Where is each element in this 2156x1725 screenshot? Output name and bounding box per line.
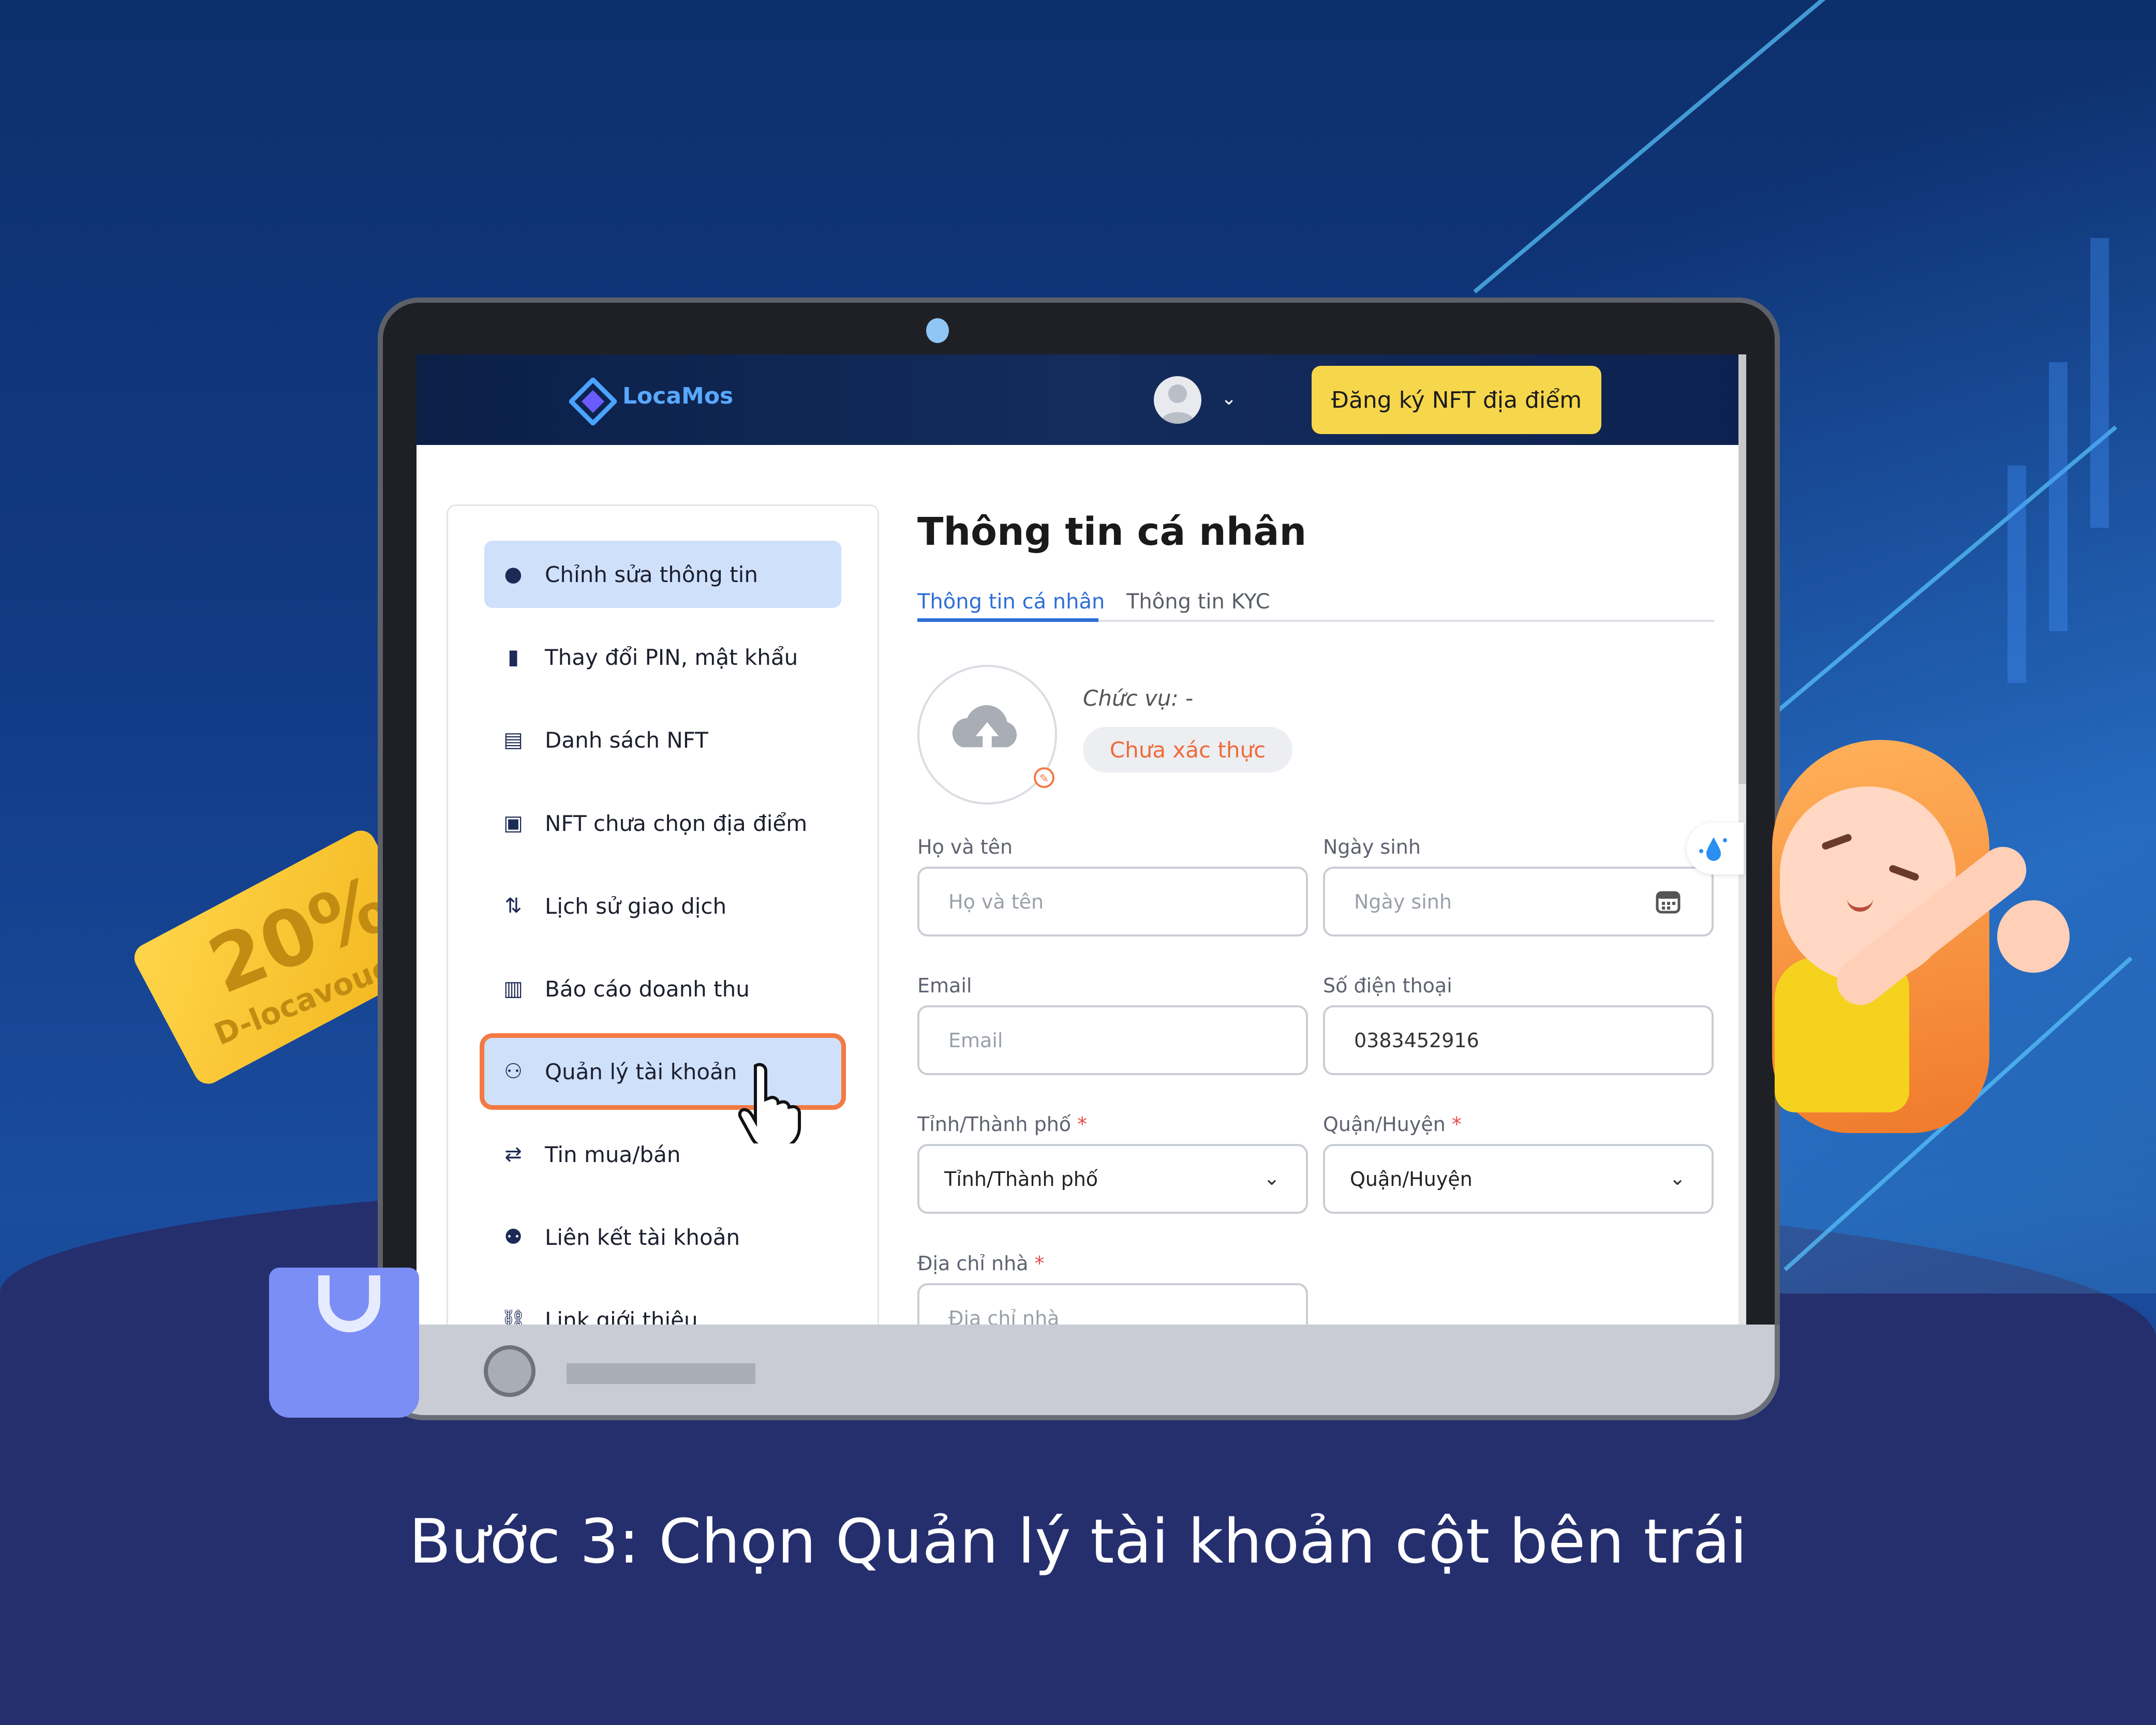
avatar-person-icon xyxy=(1160,384,1195,424)
sidebar-item-revenue-report[interactable]: ▥ Báo cáo doanh thu xyxy=(484,955,841,1022)
sidebar-item-label: Link giới thiệu xyxy=(545,1307,698,1325)
province-label-text: Tỉnh/Thành phố xyxy=(917,1113,1072,1136)
required-mark: * xyxy=(1077,1113,1088,1136)
phone-label: Số điện thoại xyxy=(1323,974,1452,997)
gift-icon: ▣ xyxy=(503,811,523,835)
sidebar-item-transaction-history[interactable]: ⇅ Lịch sử giao dịch xyxy=(484,872,841,940)
sidebar-item-label: Chỉnh sửa thông tin xyxy=(545,561,758,587)
district-label: Quận/Huyện * xyxy=(1323,1113,1462,1136)
district-select[interactable]: Quận/Huyện ⌄ xyxy=(1323,1144,1714,1214)
droplet-icon xyxy=(1699,837,1727,861)
support-chat-button[interactable] xyxy=(1687,823,1744,874)
required-mark: * xyxy=(1034,1252,1045,1275)
transfer-icon: ⇅ xyxy=(504,894,522,918)
background-bar xyxy=(2049,362,2068,631)
link-icon: ⛓ xyxy=(500,1308,527,1325)
district-selected-value: Quận/Huyện xyxy=(1350,1167,1473,1191)
sidebar-item-label: Thay đổi PIN, mật khẩu xyxy=(545,644,798,670)
sidebar-item-label: Danh sách NFT xyxy=(545,727,708,753)
swap-icon: ⇄ xyxy=(504,1142,522,1166)
sidebar-item-link-account[interactable]: ⚉ Liên kết tài khoản xyxy=(484,1203,841,1271)
scrollbar-thumb[interactable] xyxy=(1738,354,1746,784)
birthday-placeholder: Ngày sinh xyxy=(1354,890,1452,913)
email-field[interactable]: Email xyxy=(917,1005,1308,1075)
name-label: Họ và tên xyxy=(917,836,1013,858)
sidebar-item-referral-link[interactable]: ⛓ Link giới thiệu xyxy=(484,1286,841,1325)
birthday-label: Ngày sinh xyxy=(1323,836,1421,858)
sidebar-item-label: NFT chưa chọn địa điểm xyxy=(545,810,808,836)
address-label-text: Địa chỉ nhà xyxy=(917,1252,1029,1275)
brand-name[interactable]: LocaMos xyxy=(622,383,733,409)
calendar-icon[interactable] xyxy=(1656,888,1681,914)
link-account-icon: ⚉ xyxy=(504,1225,523,1249)
address-label: Địa chỉ nhà * xyxy=(917,1252,1045,1275)
laptop-speaker-bar xyxy=(567,1363,755,1384)
logo-icon[interactable] xyxy=(569,378,617,425)
register-nft-button[interactable]: Đăng ký NFT địa điểm xyxy=(1312,366,1601,434)
province-select[interactable]: Tỉnh/Thành phố ⌄ xyxy=(917,1144,1308,1214)
address-field[interactable]: Địa chỉ nhà xyxy=(917,1283,1308,1325)
district-label-text: Quận/Huyện xyxy=(1323,1113,1446,1136)
page-title: Thông tin cá nhân xyxy=(917,510,1307,554)
sidebar-item-label: Quản lý tài khoản xyxy=(545,1059,737,1084)
name-field[interactable]: Họ và tên xyxy=(917,867,1308,936)
user-icon: ● xyxy=(504,562,523,586)
sidebar-item-nft-list[interactable]: ▤ Danh sách NFT xyxy=(484,706,841,774)
edit-avatar-icon[interactable]: ✎ xyxy=(1034,767,1054,788)
required-mark: * xyxy=(1451,1113,1462,1136)
laptop-screen: LocaMos ⌄ Đăng ký NFT địa điểm ● Chỉnh s… xyxy=(417,354,1746,1325)
sidebar-item-edit-info[interactable]: ● Chỉnh sửa thông tin xyxy=(484,541,841,608)
chevron-down-icon: ⌄ xyxy=(1669,1167,1686,1189)
province-label: Tỉnh/Thành phố * xyxy=(917,1113,1087,1136)
lock-icon: ▮ xyxy=(507,645,519,669)
birthday-field[interactable]: Ngày sinh xyxy=(1323,867,1714,936)
user-avatar[interactable] xyxy=(1154,376,1201,424)
users-icon: ⚇ xyxy=(504,1060,523,1083)
tab-kyc-info[interactable]: Thông tin KYC xyxy=(1126,590,1270,614)
sidebar-item-label: Lịch sử giao dịch xyxy=(545,893,727,919)
chevron-down-icon[interactable]: ⌄ xyxy=(1221,388,1237,409)
email-label: Email xyxy=(917,974,972,997)
sidebar-item-label: Tin mua/bán xyxy=(545,1141,681,1167)
background-bar xyxy=(2090,238,2109,528)
girl-hand xyxy=(1997,900,2070,973)
tab-personal-info[interactable]: Thông tin cá nhân xyxy=(917,590,1105,614)
province-selected-value: Tỉnh/Thành phố xyxy=(944,1167,1098,1191)
chevron-down-icon: ⌄ xyxy=(1263,1167,1280,1189)
step-caption: Bước 3: Chọn Quản lý tài khoản cột bên t… xyxy=(409,1506,1747,1577)
background-bar xyxy=(2008,466,2026,683)
sidebar-item-label: Liên kết tài khoản xyxy=(545,1224,740,1250)
report-icon: ▥ xyxy=(503,977,523,1001)
phone-field[interactable]: 0383452916 xyxy=(1323,1005,1714,1075)
laptop-camera xyxy=(926,318,949,343)
list-icon: ▤ xyxy=(503,728,523,752)
sidebar-item-label: Báo cáo doanh thu xyxy=(545,976,750,1002)
active-tab-indicator xyxy=(917,618,1098,622)
hand-pointer-icon xyxy=(738,1063,801,1143)
verification-status-badge: Chưa xác thực xyxy=(1083,727,1292,772)
account-sidebar: ● Chỉnh sửa thông tin ▮ Thay đổi PIN, mậ… xyxy=(447,504,879,1325)
sidebar-item-nft-unassigned[interactable]: ▣ NFT chưa chọn địa điểm xyxy=(484,790,841,857)
sidebar-item-change-pin[interactable]: ▮ Thay đổi PIN, mật khẩu xyxy=(484,623,841,691)
laptop-home-button xyxy=(484,1345,536,1397)
role-text: Chức vụ: - xyxy=(1083,686,1194,711)
top-navigation-bar: LocaMos ⌄ Đăng ký NFT địa điểm xyxy=(417,354,1746,445)
